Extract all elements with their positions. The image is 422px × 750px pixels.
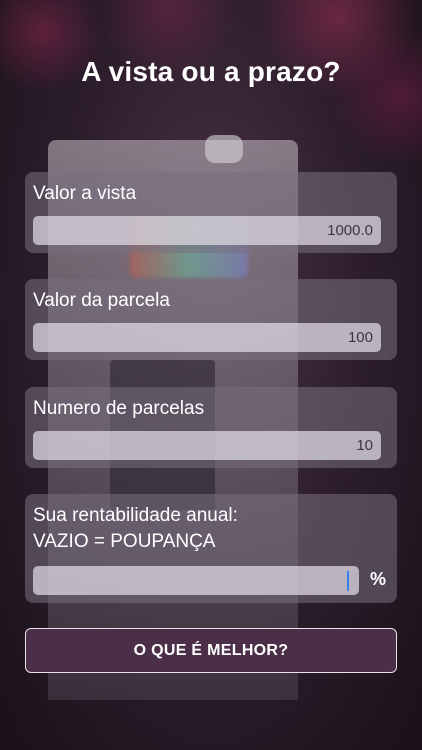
page-title: A vista ou a prazo? xyxy=(81,56,341,87)
valor-da-parcela-card: Valor da parcela 100 xyxy=(25,279,397,360)
valor-a-vista-input[interactable]: 1000.0 xyxy=(33,216,381,245)
numero-de-parcelas-label: Numero de parcelas xyxy=(33,398,205,419)
valor-da-parcela-input[interactable]: 100 xyxy=(33,323,381,352)
numero-de-parcelas-input[interactable]: 10 xyxy=(33,431,381,460)
valor-a-vista-value: 1000.0 xyxy=(327,222,373,239)
percent-unit-label: % xyxy=(370,569,387,589)
valor-a-vista-label: Valor a vista xyxy=(33,183,137,204)
background-lamp xyxy=(205,135,243,163)
numero-de-parcelas-card: Numero de parcelas 10 xyxy=(25,387,397,468)
rentabilidade-label-line2: VAZIO = POUPANÇA xyxy=(33,531,216,552)
valor-da-parcela-value: 100 xyxy=(347,329,373,346)
numero-de-parcelas-value: 10 xyxy=(356,437,373,454)
valor-da-parcela-label: Valor da parcela xyxy=(33,290,170,311)
text-caret xyxy=(347,570,349,591)
rentabilidade-label-line1: Sua rentabilidade anual: xyxy=(33,505,238,526)
rentabilidade-input[interactable] xyxy=(33,566,359,595)
rentabilidade-card: Sua rentabilidade anual: VAZIO = POUPANÇ… xyxy=(25,494,397,603)
calculate-button[interactable]: O QUE É MELHOR? xyxy=(25,628,397,673)
valor-a-vista-card: Valor a vista 1000.0 xyxy=(25,172,397,253)
